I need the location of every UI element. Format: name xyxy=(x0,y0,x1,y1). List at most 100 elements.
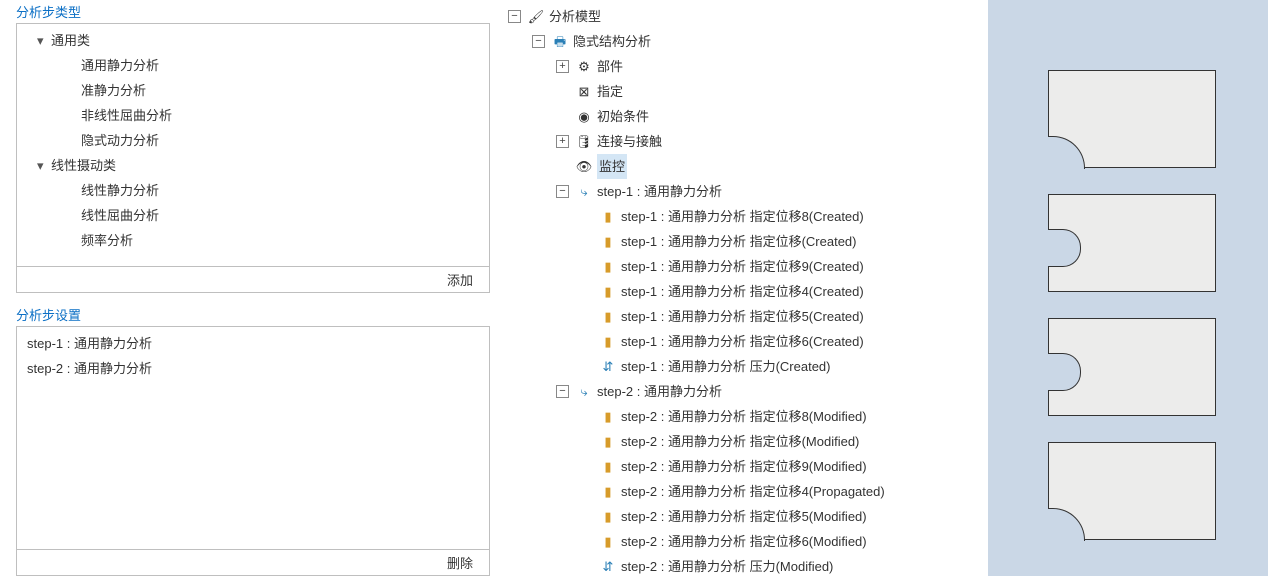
tree-item-displacement-bc[interactable]: ▮step-1 : 通用静力分析 指定位移4(Created) xyxy=(508,279,988,304)
tree-spacer xyxy=(580,410,593,423)
pressure-icon: ⇵ xyxy=(599,358,617,376)
tree-item-contact[interactable]: + 🛢 连接与接触 xyxy=(508,129,988,154)
tree-item-step2[interactable]: − ⤷ step-2 : 通用静力分析 xyxy=(508,379,988,404)
tree-label: step-1 : 通用静力分析 指定位移8(Created) xyxy=(621,204,864,229)
tree-label: 初始条件 xyxy=(597,104,649,129)
tree-label: step-2 : 通用静力分析 指定位移(Modified) xyxy=(621,429,859,454)
section-title-step-set: 分析步设置 xyxy=(16,303,490,326)
tree-spacer xyxy=(580,285,593,298)
database-icon: 🛢 xyxy=(575,133,593,151)
pressure-icon: ⇵ xyxy=(599,558,617,576)
brush-icon: 🖌 xyxy=(527,8,545,26)
tree-item-initial-conditions[interactable]: ◉ 初始条件 xyxy=(508,104,988,129)
tree-root-analysis-model[interactable]: − 🖌 分析模型 xyxy=(508,4,988,29)
step-set-actions: 删除 xyxy=(17,549,489,575)
tree-spacer xyxy=(580,510,593,523)
tree-item-assign[interactable]: ⊠ 指定 xyxy=(508,79,988,104)
tree-item-implicit-analysis[interactable]: − 🖶 隐式结构分析 xyxy=(508,29,988,54)
step-type-list[interactable]: ▾ 通用类 通用静力分析 准静力分析 非线性屈曲分析 隐式动力分析 ▾ 线性摄动… xyxy=(17,24,489,266)
analysis-type-item[interactable]: 线性屈曲分析 xyxy=(17,203,489,228)
tree-item-pressure-load[interactable]: ⇵step-2 : 通用静力分析 压力(Modified) xyxy=(508,554,988,576)
tree-item-step1[interactable]: − ⤷ step-1 : 通用静力分析 xyxy=(508,179,988,204)
tree-item-parts[interactable]: + ⚙ 部件 xyxy=(508,54,988,79)
tree-item-displacement-bc[interactable]: ▮step-1 : 通用静力分析 指定位移8(Created) xyxy=(508,204,988,229)
step-list-item[interactable]: step-1 : 通用静力分析 xyxy=(17,331,489,356)
tree-label: step-2 : 通用静力分析 指定位移5(Modified) xyxy=(621,504,867,529)
tree-label: step-2 : 通用静力分析 指定位移8(Modified) xyxy=(621,404,867,429)
step-list-item[interactable]: step-2 : 通用静力分析 xyxy=(17,356,489,381)
tree-spacer xyxy=(580,335,593,348)
printer-icon: 🖶 xyxy=(551,33,569,51)
displacement-icon: ▮ xyxy=(599,408,617,426)
tree-spacer xyxy=(580,260,593,273)
tree-item-displacement-bc[interactable]: ▮step-1 : 通用静力分析 指定位移(Created) xyxy=(508,229,988,254)
step-type-box: ▾ 通用类 通用静力分析 准静力分析 非线性屈曲分析 隐式动力分析 ▾ 线性摄动… xyxy=(16,23,490,293)
tree-label: step-1 : 通用静力分析 指定位移6(Created) xyxy=(621,329,864,354)
expand-icon[interactable]: + xyxy=(556,60,569,73)
tree-item-displacement-bc[interactable]: ▮step-1 : 通用静力分析 指定位移5(Created) xyxy=(508,304,988,329)
gear-icon: ⚙ xyxy=(575,58,593,76)
section-title-step-type: 分析步类型 xyxy=(16,0,490,23)
tree-label: step-2 : 通用静力分析 指定位移4(Propagated) xyxy=(621,479,885,504)
tree-label: step-1 : 通用静力分析 指定位移4(Created) xyxy=(621,279,864,304)
tree-item-displacement-bc[interactable]: ▮step-2 : 通用静力分析 指定位移4(Propagated) xyxy=(508,479,988,504)
category-general[interactable]: ▾ 通用类 xyxy=(17,28,489,53)
tree-spacer xyxy=(580,235,593,248)
displacement-icon: ▮ xyxy=(599,533,617,551)
add-button[interactable]: 添加 xyxy=(441,273,479,288)
tree-spacer xyxy=(580,360,593,373)
analysis-type-item[interactable]: 非线性屈曲分析 xyxy=(17,103,489,128)
part-shape xyxy=(1048,194,1216,292)
model-tree[interactable]: − 🖌 分析模型 − 🖶 隐式结构分析 + ⚙ 部件 ⊠ 指定 ◉ 初始条件 +… xyxy=(508,4,988,576)
category-label: 线性摄动类 xyxy=(51,153,116,178)
collapse-icon[interactable]: − xyxy=(556,385,569,398)
tree-label: 分析模型 xyxy=(549,4,601,29)
collapse-icon[interactable]: − xyxy=(532,35,545,48)
tree-label: 部件 xyxy=(597,54,623,79)
analysis-type-item[interactable]: 隐式动力分析 xyxy=(17,128,489,153)
tree-label: step-1 : 通用静力分析 xyxy=(597,179,722,204)
monitor-icon: 👁 xyxy=(575,158,593,176)
viewport-geometry xyxy=(1048,70,1226,550)
left-panel: 分析步类型 ▾ 通用类 通用静力分析 准静力分析 非线性屈曲分析 隐式动力分析 … xyxy=(0,0,498,576)
tree-item-displacement-bc[interactable]: ▮step-2 : 通用静力分析 指定位移5(Modified) xyxy=(508,504,988,529)
tree-spacer xyxy=(580,460,593,473)
target-icon: ◉ xyxy=(575,108,593,126)
tree-item-displacement-bc[interactable]: ▮step-2 : 通用静力分析 指定位移9(Modified) xyxy=(508,454,988,479)
assign-icon: ⊠ xyxy=(575,83,593,101)
category-label: 通用类 xyxy=(51,28,90,53)
step-type-actions: 添加 xyxy=(17,266,489,292)
viewport-panel[interactable] xyxy=(988,0,1268,576)
collapse-icon[interactable]: − xyxy=(556,185,569,198)
tree-label: step-2 : 通用静力分析 指定位移6(Modified) xyxy=(621,529,867,554)
tree-label: step-2 : 通用静力分析 压力(Modified) xyxy=(621,554,833,576)
tree-spacer xyxy=(580,435,593,448)
step-icon: ⤷ xyxy=(575,183,593,201)
delete-button[interactable]: 删除 xyxy=(441,556,479,571)
displacement-icon: ▮ xyxy=(599,458,617,476)
tree-item-displacement-bc[interactable]: ▮step-1 : 通用静力分析 指定位移9(Created) xyxy=(508,254,988,279)
category-linear-perturbation[interactable]: ▾ 线性摄动类 xyxy=(17,153,489,178)
step-set-list[interactable]: step-1 : 通用静力分析 step-2 : 通用静力分析 xyxy=(17,327,489,549)
expand-icon[interactable]: + xyxy=(556,135,569,148)
tree-spacer xyxy=(556,160,569,173)
chevron-down-icon: ▾ xyxy=(37,153,51,178)
tree-item-monitor[interactable]: 👁 监控 xyxy=(508,154,988,179)
tree-label: step-1 : 通用静力分析 压力(Created) xyxy=(621,354,831,379)
analysis-type-item[interactable]: 频率分析 xyxy=(17,228,489,253)
chevron-down-icon: ▾ xyxy=(37,28,51,53)
analysis-type-item[interactable]: 准静力分析 xyxy=(17,78,489,103)
displacement-icon: ▮ xyxy=(599,283,617,301)
displacement-icon: ▮ xyxy=(599,258,617,276)
tree-item-displacement-bc[interactable]: ▮step-2 : 通用静力分析 指定位移6(Modified) xyxy=(508,529,988,554)
tree-item-displacement-bc[interactable]: ▮step-1 : 通用静力分析 指定位移6(Created) xyxy=(508,329,988,354)
analysis-type-item[interactable]: 线性静力分析 xyxy=(17,178,489,203)
tree-spacer xyxy=(580,310,593,323)
displacement-icon: ▮ xyxy=(599,508,617,526)
analysis-type-item[interactable]: 通用静力分析 xyxy=(17,53,489,78)
collapse-icon[interactable]: − xyxy=(508,10,521,23)
tree-item-displacement-bc[interactable]: ▮step-2 : 通用静力分析 指定位移(Modified) xyxy=(508,429,988,454)
displacement-icon: ▮ xyxy=(599,233,617,251)
tree-item-displacement-bc[interactable]: ▮step-2 : 通用静力分析 指定位移8(Modified) xyxy=(508,404,988,429)
tree-item-pressure-load[interactable]: ⇵step-1 : 通用静力分析 压力(Created) xyxy=(508,354,988,379)
